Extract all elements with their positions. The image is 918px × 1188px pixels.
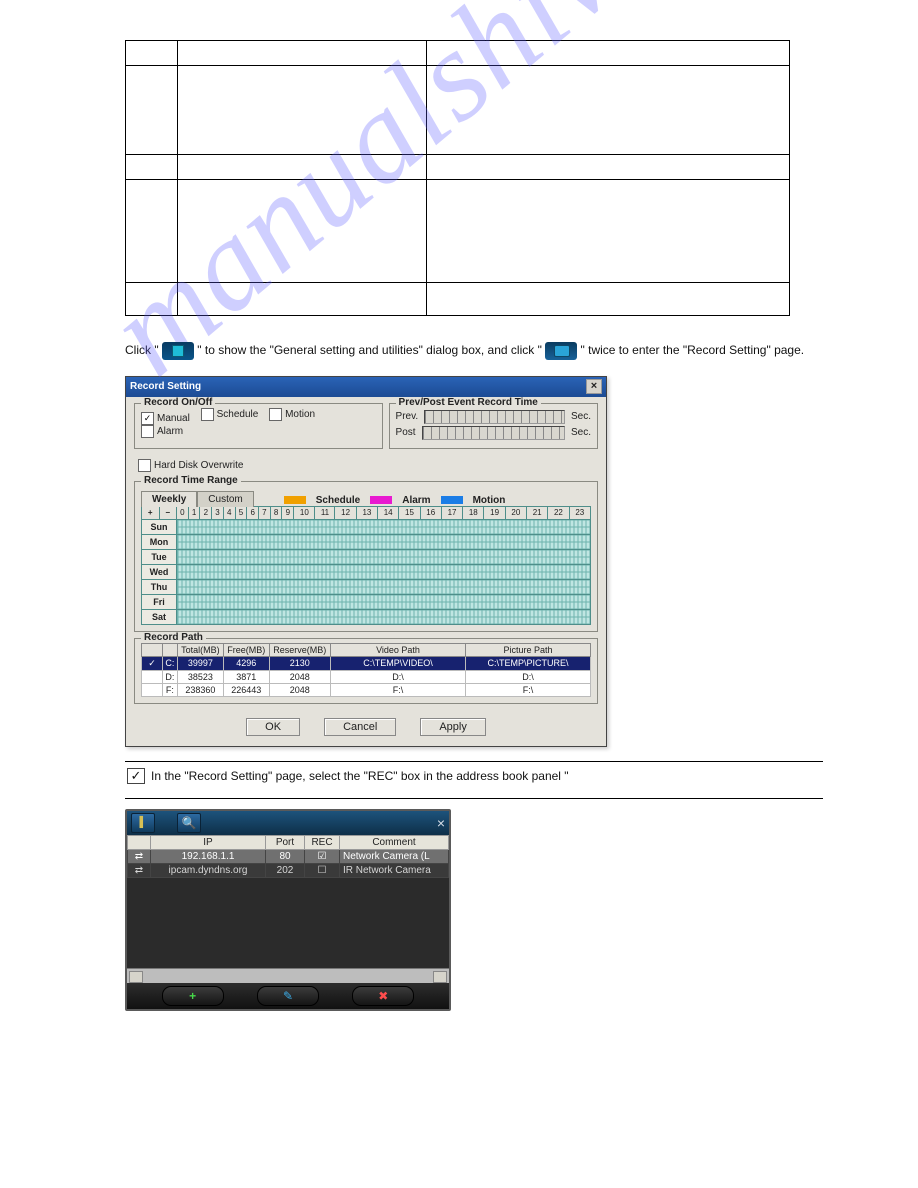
close-icon[interactable]: ×	[437, 815, 445, 831]
table-row[interactable]: ⇄ 192.168.1.1 80 ☑ Network Camera (L	[128, 849, 449, 863]
hdd-overwrite-label: Hard Disk Overwrite	[154, 460, 243, 471]
post-slider[interactable]	[422, 426, 565, 440]
sec-label: Sec.	[571, 427, 591, 438]
group-event-time-label: Prev/Post Event Record Time	[396, 397, 541, 408]
add-button[interactable]	[162, 986, 224, 1006]
instruction-text: Click " " to show the "General setting a…	[125, 340, 823, 362]
checkmark-icon: ✓	[127, 768, 145, 784]
rec-checkbox[interactable]: ☑	[305, 849, 340, 863]
table-row[interactable]: F:2383602264432048F:\F:\	[142, 683, 591, 696]
divider	[125, 761, 823, 762]
day-sat: Sat	[142, 609, 177, 624]
legend-schedule-label: Schedule	[316, 495, 360, 506]
plus-icon[interactable]: +	[142, 506, 160, 519]
record-setting-dialog: Record Setting × Record On/Off Manual Sc…	[125, 376, 607, 747]
day-tue: Tue	[142, 549, 177, 564]
swatch-alarm	[370, 496, 392, 504]
group-record-path-label: Record Path	[141, 632, 206, 643]
post-label: Post	[396, 427, 416, 438]
table-row[interactable]: ✓C:3999742962130C:\TEMP\VIDEO\C:\TEMP\PI…	[142, 656, 591, 670]
divider	[125, 798, 823, 799]
addressbook-tab-icon[interactable]	[131, 813, 155, 833]
group-time-range-label: Record Time Range	[141, 475, 241, 486]
record-setting-icon	[545, 342, 577, 360]
titlebar: Record Setting ×	[126, 377, 606, 397]
minus-icon[interactable]: −	[159, 506, 177, 519]
rec-checkbox[interactable]: ☐	[305, 863, 340, 877]
ok-button[interactable]: OK	[246, 718, 300, 736]
tab-weekly[interactable]: Weekly	[141, 491, 197, 507]
system-config-icon	[162, 342, 194, 360]
prev-label: Prev.	[396, 411, 419, 422]
day-sun: Sun	[142, 519, 177, 534]
schedule-label: Schedule	[217, 409, 259, 420]
empty-area	[127, 878, 449, 968]
cancel-button[interactable]: Cancel	[324, 718, 396, 736]
close-icon[interactable]: ×	[586, 379, 602, 394]
horizontal-scrollbar[interactable]	[127, 968, 449, 983]
address-table: IP Port REC Comment ⇄ 192.168.1.1 80 ☑ N…	[127, 835, 449, 878]
sec-label: Sec.	[571, 411, 591, 422]
ref-table	[125, 40, 790, 316]
tab-custom[interactable]: Custom	[197, 491, 253, 507]
swatch-motion	[441, 496, 463, 504]
motion-label: Motion	[285, 409, 315, 420]
legend-motion-label: Motion	[473, 495, 506, 506]
day-wed: Wed	[142, 564, 177, 579]
note-text: In the "Record Setting" page, select the…	[151, 769, 569, 783]
note-line: ✓ In the "Record Setting" page, select t…	[127, 768, 823, 784]
schedule-checkbox[interactable]: Schedule	[201, 408, 259, 421]
search-tab-icon[interactable]	[177, 813, 201, 833]
apply-button[interactable]: Apply	[420, 718, 486, 736]
schedule-grid[interactable]: + − 012345678910111213141516171819202122…	[141, 506, 591, 625]
manual-label: Manual	[157, 413, 190, 424]
connect-icon: ⇄	[128, 863, 151, 877]
hdd-overwrite-checkbox[interactable]: Hard Disk Overwrite	[138, 459, 243, 472]
edit-button[interactable]	[257, 986, 319, 1006]
legend: Schedule Alarm Motion	[284, 495, 506, 506]
text-segment: " to show the "General setting and utili…	[197, 343, 542, 357]
legend-alarm-label: Alarm	[402, 495, 430, 506]
text-segment: " twice to enter the "Record Setting" pa…	[581, 343, 805, 357]
table-row[interactable]: ⇄ ipcam.dyndns.org 202 ☐ IR Network Came…	[128, 863, 449, 877]
day-thu: Thu	[142, 579, 177, 594]
manual-checkbox[interactable]: Manual	[141, 412, 190, 425]
alarm-checkbox[interactable]: Alarm	[141, 425, 183, 438]
swatch-schedule	[284, 496, 306, 504]
day-mon: Mon	[142, 534, 177, 549]
record-path-table[interactable]: Total(MB) Free(MB) Reserve(MB) Video Pat…	[141, 643, 591, 697]
prev-slider[interactable]	[424, 410, 565, 424]
address-book-panel: × IP Port REC Comment ⇄ 192.168.1.1 80 ☑…	[125, 809, 451, 1011]
group-record-onoff-label: Record On/Off	[141, 397, 215, 408]
delete-button[interactable]	[352, 986, 414, 1006]
table-row[interactable]: D:3852338712048D:\D:\	[142, 670, 591, 683]
text-segment: Click "	[125, 343, 159, 357]
day-fri: Fri	[142, 594, 177, 609]
alarm-label: Alarm	[157, 426, 183, 437]
connect-icon: ⇄	[128, 849, 151, 863]
motion-checkbox[interactable]: Motion	[269, 408, 315, 421]
dialog-title: Record Setting	[130, 381, 201, 392]
